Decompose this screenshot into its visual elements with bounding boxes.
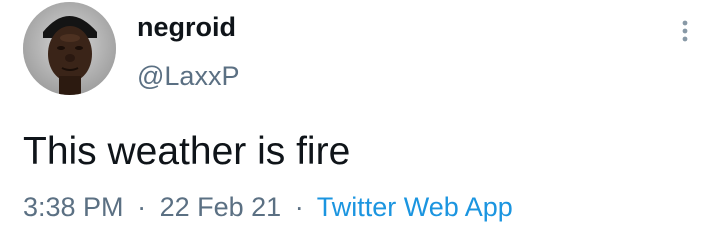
more-vertical-icon <box>682 20 688 42</box>
tweet-source-link[interactable]: Twitter Web App <box>317 192 513 222</box>
avatar[interactable] <box>23 2 116 95</box>
meta-separator: · <box>137 192 147 222</box>
tweet-time[interactable]: 3:38 PM <box>23 192 124 222</box>
tweet-meta: 3:38 PM · 22 Feb 21 · Twitter Web App <box>23 190 513 224</box>
tweet-text: This weather is fire <box>23 130 351 173</box>
profile-photo <box>23 2 116 95</box>
tweet-date[interactable]: 22 Feb 21 <box>160 192 282 222</box>
more-options-button[interactable] <box>670 14 700 46</box>
author-display-name[interactable]: negroid <box>137 10 236 44</box>
meta-separator: · <box>294 192 304 222</box>
author-handle[interactable]: @LaxxP <box>137 59 239 93</box>
